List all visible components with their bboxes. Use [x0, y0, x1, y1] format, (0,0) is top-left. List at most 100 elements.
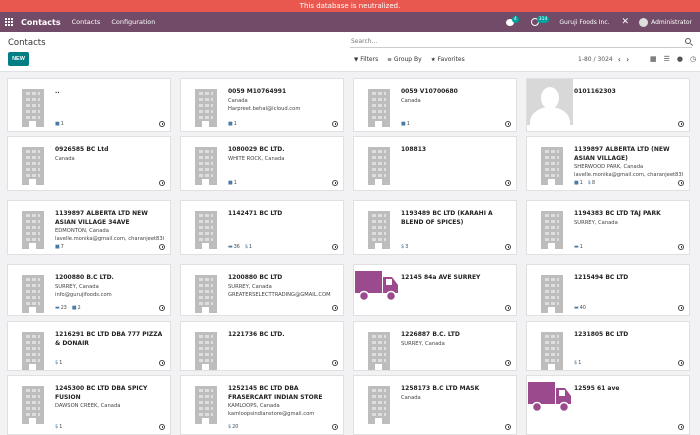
contact-card[interactable]: 1231805 BC LTD $1 [526, 321, 690, 371]
activity-button[interactable]: 314 [530, 16, 550, 26]
briefcase-icon: ■ [55, 121, 60, 127]
building-icon [191, 273, 221, 313]
stat-count[interactable]: 2 [78, 306, 81, 311]
activity-clock-icon[interactable] [505, 180, 511, 186]
activity-clock-icon[interactable] [678, 305, 684, 311]
activity-clock-icon[interactable] [505, 121, 511, 127]
pager-next-icon[interactable]: › [626, 55, 629, 63]
tools-icon[interactable]: ✕ [622, 17, 630, 27]
contact-card[interactable]: 0926585 BC Ltd Canada [7, 136, 171, 191]
pager-value[interactable]: 1-80 / 3024 [578, 56, 613, 63]
activity-clock-icon[interactable] [332, 360, 338, 366]
apps-menu-icon[interactable] [5, 17, 15, 27]
contact-card[interactable]: 1258173 B.C LTD MASK Canada [353, 375, 517, 435]
stat-count[interactable]: 1 [59, 425, 62, 430]
list-view-icon[interactable]: ☰ [664, 56, 670, 63]
stat-count[interactable]: 1 [580, 245, 583, 250]
activity-clock-icon[interactable] [159, 305, 165, 311]
stat-count[interactable]: 1 [59, 361, 62, 366]
stat-count[interactable]: 36 [234, 245, 240, 250]
menu-configuration[interactable]: Configuration [111, 18, 155, 26]
contact-card[interactable]: 1200880 B.C LTD. SURREY, Canada info@guruj… [7, 264, 171, 316]
contact-card[interactable]: 1194383 BC LTD TAJ PARK SURREY, Canada ▬ 1 [526, 200, 690, 255]
dollar-icon: $ [228, 424, 232, 430]
stat-count[interactable]: 1 [249, 245, 252, 250]
contact-detail-line: GREATERSELECTTRADING@GMAIL.COM [228, 292, 331, 298]
groupby-button[interactable]: ≡ Group By [387, 56, 421, 63]
activity-clock-icon[interactable] [332, 244, 338, 250]
contact-card[interactable]: 12145 84a AVE SURREY [353, 264, 517, 316]
activity-view-icon[interactable]: ◷ [690, 56, 696, 63]
stat-count[interactable]: 1 [578, 361, 581, 366]
contact-card[interactable]: 1216291 BC LTD DBA 777 PIZZA & DONAIR $1 [7, 321, 171, 371]
activity-clock-icon[interactable] [159, 180, 165, 186]
stat-count[interactable]: 7 [61, 245, 64, 250]
activity-clock-icon[interactable] [159, 424, 165, 430]
kanban-view-icon[interactable]: ▦ [650, 56, 657, 63]
neutralized-banner: This database is neutralized. [0, 0, 700, 12]
contact-card[interactable]: 1080029 BC LTD. WHITE ROCK, Canada ■ 1 [180, 136, 344, 191]
contact-card[interactable]: 1221736 BC LTD. [180, 321, 344, 371]
stat-count[interactable]: 1 [580, 181, 583, 186]
credit-card-icon: ▬ [574, 305, 579, 311]
contact-card[interactable]: 0101162303 [526, 78, 690, 132]
chat-badge: 4 [511, 16, 519, 23]
activity-clock-icon[interactable] [678, 244, 684, 250]
contact-card[interactable]: 1142471 BC LTD ▬ 36 $1 [180, 200, 344, 255]
contact-card[interactable]: 0059 M10764991 Canada Harpreet.behal@iclou… [180, 78, 344, 132]
company-switcher[interactable]: Guruji Foods Inc. [559, 19, 609, 26]
contact-card[interactable]: 1215494 BC LTD ▬ 40 [526, 264, 690, 316]
contact-card[interactable]: 108813 [353, 136, 517, 191]
stat-count[interactable]: 3 [405, 245, 408, 250]
contact-card[interactable]: 12595 61 ave [526, 375, 690, 435]
activity-clock-icon[interactable] [332, 121, 338, 127]
activity-clock-icon[interactable] [159, 121, 165, 127]
activity-clock-icon[interactable] [505, 305, 511, 311]
contact-card[interactable]: 1193489 BC LTD (KARAHI A BLEND OF SPICES… [353, 200, 517, 255]
activity-clock-icon[interactable] [505, 360, 511, 366]
stat-count[interactable]: 23 [61, 306, 67, 311]
new-button[interactable]: NEW [8, 52, 29, 66]
card-stats: ■ 1 [228, 121, 242, 127]
stat-count[interactable]: 1 [234, 122, 237, 127]
stat-count[interactable]: 1 [61, 122, 64, 127]
avatar[interactable] [639, 17, 649, 27]
activity-clock-icon[interactable] [678, 360, 684, 366]
activity-clock-icon[interactable] [678, 121, 684, 127]
contact-card[interactable]: 1252145 BC LTD DBA FRASERCART INDIAN STO… [180, 375, 344, 435]
search-icon[interactable] [685, 38, 691, 44]
building-icon [18, 330, 48, 370]
activity-badge: 314 [536, 16, 550, 23]
activity-clock-icon[interactable] [505, 424, 511, 430]
app-brand[interactable]: Contacts [21, 18, 61, 27]
search-input[interactable]: Search... [350, 36, 692, 48]
activity-clock-icon[interactable] [332, 180, 338, 186]
chat-button[interactable]: 4 [505, 16, 519, 26]
contact-card[interactable]: 1200880 BC LTD SURREY, Canada GREATERSELEC… [180, 264, 344, 316]
activity-clock-icon[interactable] [678, 180, 684, 186]
activity-clock-icon[interactable] [159, 244, 165, 250]
stat-count[interactable]: 8 [592, 181, 595, 186]
contact-card[interactable]: 1139897 ALBERTA LTD NEW ASIAN VILLAGE 34… [7, 200, 171, 255]
contact-card[interactable]: .. ■ 1 [7, 78, 171, 132]
contact-card[interactable]: 1226887 B.C. LTD SURREY, Canada [353, 321, 517, 371]
stat-count[interactable]: 20 [232, 425, 238, 430]
activity-clock-icon[interactable] [332, 424, 338, 430]
activity-clock-icon[interactable] [678, 424, 684, 430]
activity-clock-icon[interactable] [505, 244, 511, 250]
map-view-icon[interactable]: ● [677, 56, 683, 63]
menu-contacts[interactable]: Contacts [72, 18, 101, 26]
contact-card[interactable]: 1139897 ALBERTA LTD (NEW ASIAN VILLAGE) S… [526, 136, 690, 191]
filters-button[interactable]: ▼ Filters [354, 56, 378, 63]
stat-count[interactable]: 1 [407, 122, 410, 127]
pager-previous-icon[interactable]: ‹ [618, 55, 621, 63]
activity-clock-icon[interactable] [159, 360, 165, 366]
activity-clock-icon[interactable] [332, 305, 338, 311]
favorites-button[interactable]: ★ Favorites [431, 56, 465, 63]
briefcase-icon: ■ [574, 180, 579, 186]
contact-card[interactable]: 0059 V10700680 Canada ■ 1 [353, 78, 517, 132]
stat-count[interactable]: 1 [234, 181, 237, 186]
contact-card[interactable]: 1245300 BC LTD DBA SPICY FUSION DAWSON CR… [7, 375, 171, 435]
stat-count[interactable]: 40 [580, 306, 586, 311]
user-menu[interactable]: Administrator [651, 19, 692, 26]
